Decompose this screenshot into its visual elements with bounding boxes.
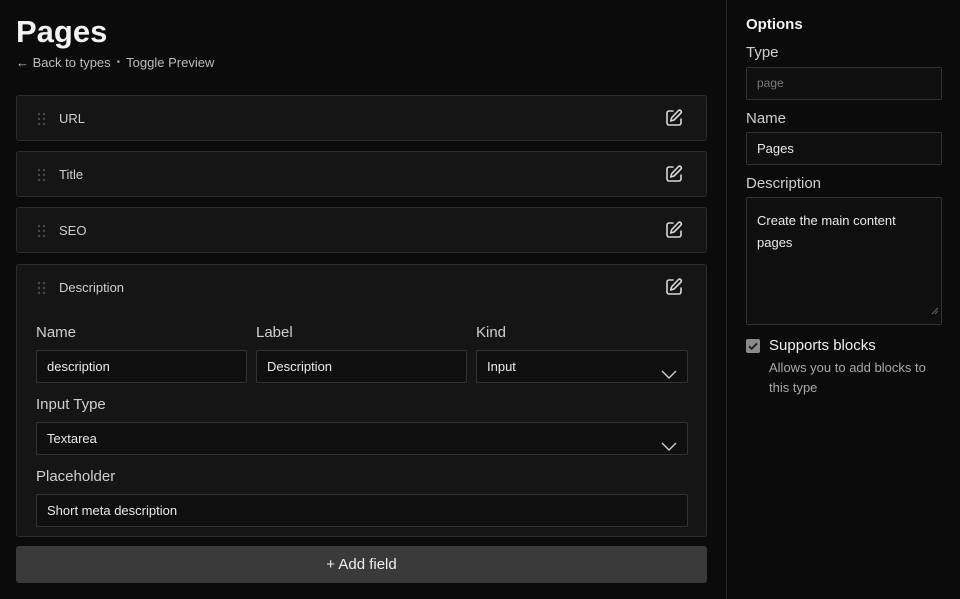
- placeholder-input[interactable]: Short meta description: [36, 494, 688, 527]
- back-to-types-link[interactable]: ← Back to types: [16, 55, 111, 70]
- toggle-preview-link[interactable]: Toggle Preview: [126, 55, 214, 70]
- edit-icon[interactable]: [664, 220, 684, 240]
- edit-icon[interactable]: [664, 164, 684, 184]
- description-textarea[interactable]: Create the main content pages: [746, 197, 942, 325]
- field-row-title[interactable]: Title: [16, 151, 707, 197]
- options-sidebar: Options Type page Name Pages Description…: [726, 0, 960, 599]
- chevron-down-icon: [661, 432, 677, 463]
- kind-select-value: Input: [487, 359, 516, 374]
- name-label: Name: [36, 324, 77, 341]
- supports-blocks-checkbox[interactable]: [746, 339, 760, 353]
- field-row-header: Description: [17, 265, 706, 310]
- label-input[interactable]: Description: [256, 350, 467, 383]
- field-row-header: URL: [17, 96, 706, 141]
- name-input[interactable]: description: [36, 350, 247, 383]
- checkmark-icon: [748, 342, 758, 351]
- drag-handle-icon[interactable]: [37, 112, 47, 126]
- chevron-down-icon: [661, 360, 677, 391]
- options-title: Options: [746, 16, 803, 33]
- separator: •: [116, 57, 121, 68]
- description-label: Description: [746, 175, 822, 192]
- kind-select[interactable]: Input: [476, 350, 688, 383]
- field-row-label: Description: [59, 280, 125, 295]
- name-label: Name: [746, 110, 787, 127]
- placeholder-label: Placeholder: [36, 468, 116, 485]
- label-label: Label: [256, 324, 293, 341]
- supports-blocks-help: Allows you to add blocks to this type: [769, 360, 926, 395]
- input-type-select-value: Textarea: [47, 431, 97, 446]
- name-input[interactable]: Pages: [746, 132, 942, 165]
- field-row-label: URL: [59, 111, 86, 126]
- field-row-label: Title: [59, 167, 84, 182]
- field-row-header: Title: [17, 152, 706, 197]
- edit-icon[interactable]: [664, 277, 684, 297]
- edit-icon[interactable]: [664, 108, 684, 128]
- resize-handle-icon[interactable]: [931, 300, 939, 322]
- page-title: Pages: [16, 14, 108, 49]
- supports-blocks-label[interactable]: Supports blocks: [769, 337, 876, 354]
- input-type-label: Input Type: [36, 396, 106, 413]
- drag-handle-icon[interactable]: [37, 224, 47, 238]
- kind-label: Kind: [476, 324, 507, 341]
- input-type-select[interactable]: Textarea: [36, 422, 688, 455]
- add-field-button[interactable]: + Add field: [16, 546, 707, 583]
- main-panel: Pages ← Back to types • Toggle Preview U…: [0, 0, 726, 599]
- drag-handle-icon[interactable]: [37, 281, 47, 295]
- field-row-header: SEO: [17, 208, 706, 253]
- type-input[interactable]: page: [746, 67, 942, 100]
- field-row-url[interactable]: URL: [16, 95, 707, 141]
- type-label: Type: [746, 44, 779, 61]
- field-row-seo[interactable]: SEO: [16, 207, 707, 253]
- field-row-label: SEO: [59, 223, 87, 238]
- breadcrumb: ← Back to types • Toggle Preview: [16, 55, 214, 70]
- description-text: Create the main content pages: [757, 213, 896, 250]
- drag-handle-icon[interactable]: [37, 168, 47, 182]
- field-row-description[interactable]: Description Name description Label Descr…: [16, 264, 707, 537]
